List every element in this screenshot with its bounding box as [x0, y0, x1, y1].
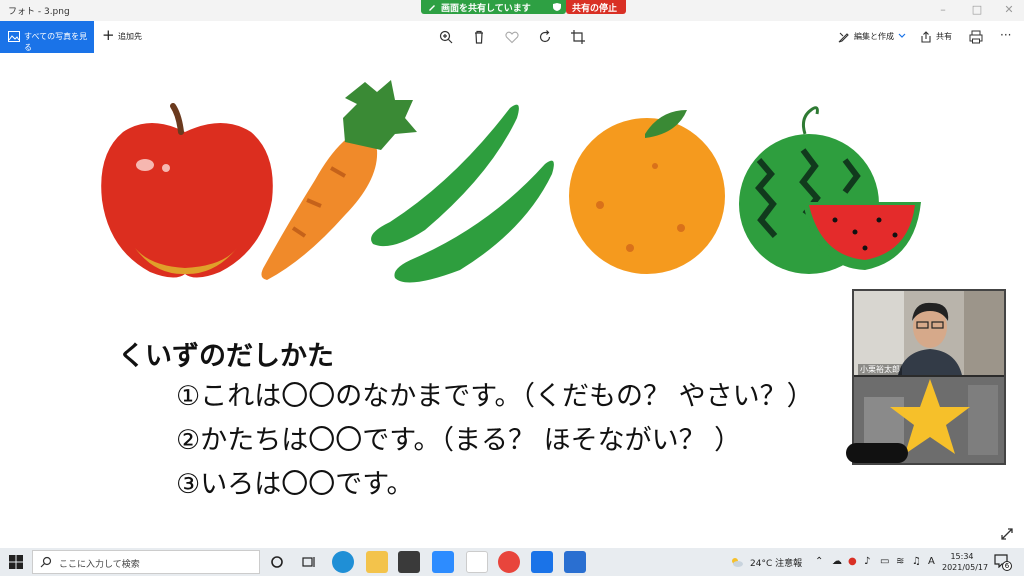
crop-icon[interactable]	[570, 29, 586, 45]
zoom-icon[interactable]	[432, 551, 454, 573]
minimize-icon[interactable]: –	[928, 3, 958, 16]
edit-create-label: 編集と作成	[854, 32, 894, 41]
recording-icon[interactable]: ●	[848, 556, 857, 567]
store-icon[interactable]	[398, 551, 420, 573]
expand-icon[interactable]	[1000, 527, 1014, 541]
taskbar-clock[interactable]: 15:34 2021/05/17	[942, 551, 989, 573]
windows-taskbar: ここに入力して検索 24°C 注意報 ⌃ ☁ ● ♪ ▭ ≋ ♫ A 15:34…	[0, 548, 1024, 576]
stop-share-button[interactable]: 共有の停止	[566, 0, 626, 14]
pencil-icon	[429, 5, 435, 11]
produce-illustration	[101, 80, 921, 283]
plus-icon: +	[102, 26, 115, 44]
edge-icon[interactable]	[332, 551, 354, 573]
mail-icon[interactable]	[531, 551, 553, 573]
quiz-heading: くいずのだしかた	[118, 341, 334, 372]
window-title: フォト - 3.png	[8, 7, 70, 17]
microphone-icon[interactable]: ♪	[864, 556, 870, 567]
notification-center-button[interactable]: 6	[994, 554, 1012, 571]
clock-date: 2021/05/17	[942, 563, 989, 572]
onedrive-icon[interactable]: ☁	[832, 556, 842, 567]
quiz-text-block: くいずのだしかた ①これは〇〇のなかまです。（くだもの？ やさい？） ②かたちは…	[118, 330, 858, 500]
close-icon[interactable]: ✕	[994, 3, 1024, 16]
name-pill	[846, 443, 908, 463]
add-to-label: 追加先	[118, 32, 142, 41]
search-placeholder: ここに入力して検索	[59, 560, 140, 570]
carrot-image	[261, 80, 417, 280]
participant-video	[854, 291, 1004, 375]
rotate-icon[interactable]	[537, 29, 553, 45]
photo-toolbar: すべての写真を見る + 追加先 編集と作成 共有 ···	[0, 21, 1024, 53]
weather-text[interactable]: 24°C 注意報	[750, 556, 802, 569]
chrome-icon[interactable]	[498, 551, 520, 573]
apple-image	[101, 103, 273, 278]
volume-icon[interactable]: ♫	[912, 556, 921, 567]
orange-image	[569, 110, 725, 274]
quiz-line: ①これは〇〇のなかまです。（くだもの？ やさい？）	[176, 381, 814, 412]
see-all-photos-button[interactable]: すべての写真を見る	[0, 21, 94, 53]
wifi-icon[interactable]: ≋	[896, 556, 904, 567]
task-view-icon[interactable]	[302, 555, 316, 569]
video-thumbnail-panel[interactable]: 小栗裕太郎	[852, 289, 1006, 465]
battery-icon[interactable]: ▭	[880, 556, 889, 567]
ime-indicator[interactable]: A	[928, 556, 935, 567]
clock-time: 15:34	[950, 552, 974, 561]
watermelon-image	[739, 106, 921, 274]
title-bar: フォト - 3.png 画面を共有しています 共有の停止 – □ ✕	[0, 0, 1024, 21]
chevron-down-icon	[898, 33, 906, 38]
heart-icon[interactable]	[504, 29, 520, 45]
screen-share-banner[interactable]: 画面を共有しています	[421, 0, 566, 14]
file-explorer-icon[interactable]	[366, 551, 388, 573]
photos-icon	[8, 31, 20, 42]
participant-name: 小栗裕太郎	[858, 364, 902, 375]
edit-icon	[838, 32, 849, 43]
print-icon[interactable]	[968, 29, 984, 45]
see-all-photos-label: すべての写真を見る	[24, 32, 88, 52]
zoom-in-icon[interactable]	[438, 29, 454, 45]
share-icon	[921, 31, 931, 43]
search-icon	[40, 556, 52, 568]
share-banner-label: 画面を共有しています	[441, 4, 531, 14]
quiz-line: ③いろは〇〇です。	[176, 469, 414, 500]
share-label: 共有	[936, 32, 952, 41]
delete-icon[interactable]	[471, 29, 487, 45]
stop-share-label: 共有の停止	[572, 4, 618, 14]
notification-count-badge: 6	[1002, 561, 1012, 571]
taskbar-search-box[interactable]: ここに入力して検索	[32, 550, 260, 574]
quiz-line: ②かたちは〇〇です。（まる？ ほそながい？ ）	[176, 425, 742, 456]
windows-start-icon[interactable]	[9, 555, 23, 569]
itunes-icon[interactable]	[466, 551, 488, 573]
more-options-icon[interactable]: ···	[1000, 28, 1011, 42]
shield-check-icon	[553, 3, 561, 11]
photos-app-icon[interactable]	[564, 551, 586, 573]
cortana-icon[interactable]	[270, 555, 284, 569]
maximize-icon[interactable]: □	[962, 3, 992, 16]
chevron-up-icon[interactable]: ⌃	[815, 556, 823, 567]
weather-icon	[732, 558, 743, 567]
